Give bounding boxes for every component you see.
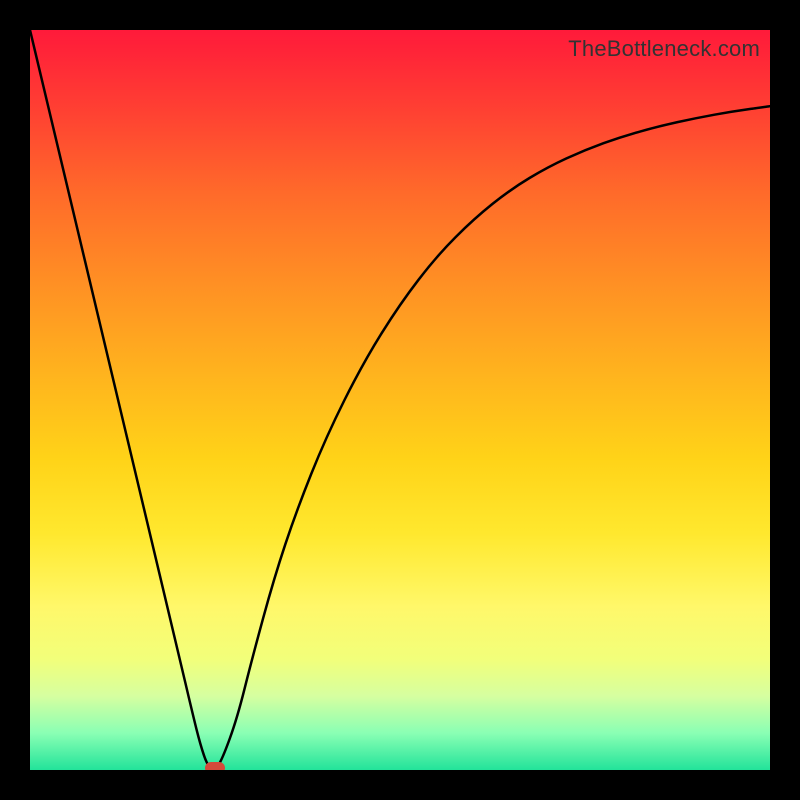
optimal-marker xyxy=(205,762,225,770)
chart-frame: TheBottleneck.com xyxy=(0,0,800,800)
bottleneck-curve xyxy=(30,30,770,769)
watermark-label: TheBottleneck.com xyxy=(568,36,760,62)
plot-area: TheBottleneck.com xyxy=(30,30,770,770)
curve-svg xyxy=(30,30,770,770)
